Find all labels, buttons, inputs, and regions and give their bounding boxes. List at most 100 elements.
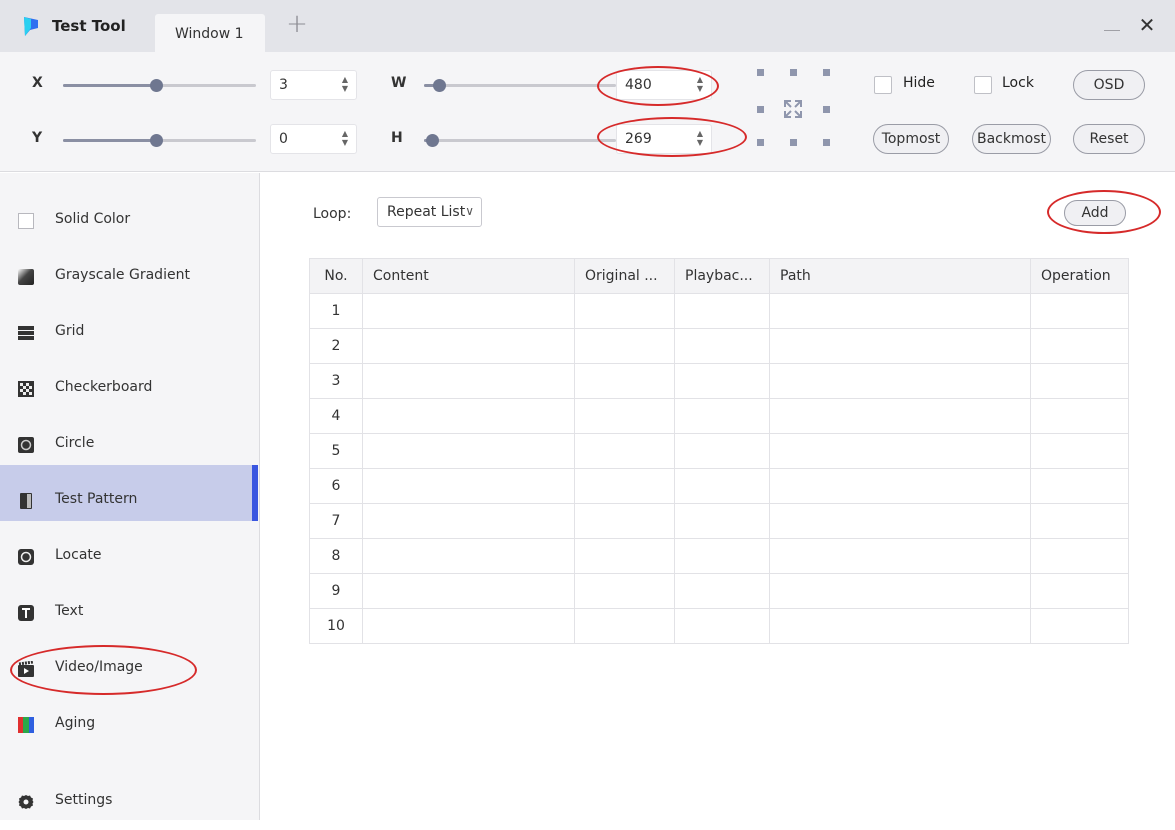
path-cell[interactable] bbox=[769, 433, 1031, 469]
operation-cell[interactable] bbox=[1030, 433, 1129, 469]
playback-cell[interactable] bbox=[674, 363, 770, 399]
original-cell[interactable] bbox=[574, 468, 675, 504]
operation-cell[interactable] bbox=[1030, 503, 1129, 539]
playback-cell[interactable] bbox=[674, 468, 770, 504]
operation-cell[interactable] bbox=[1030, 608, 1129, 644]
loop-select[interactable]: Repeat List ∨ bbox=[377, 197, 482, 227]
table-row[interactable]: 5 bbox=[309, 433, 1129, 469]
path-cell[interactable] bbox=[769, 293, 1031, 329]
x-slider[interactable] bbox=[63, 79, 256, 92]
align-bottom-center[interactable] bbox=[790, 139, 797, 146]
lock-checkbox[interactable] bbox=[974, 76, 992, 94]
path-cell[interactable] bbox=[769, 608, 1031, 644]
path-cell[interactable] bbox=[769, 363, 1031, 399]
column-header-playback[interactable]: Playbac... bbox=[674, 258, 770, 294]
y-slider-handle[interactable] bbox=[150, 134, 163, 147]
align-middle-left[interactable] bbox=[757, 106, 764, 113]
sidebar-item-settings[interactable]: Settings bbox=[0, 774, 260, 830]
content-cell[interactable] bbox=[362, 608, 575, 644]
sidebar-item-grayscale-gradient[interactable]: Grayscale Gradient bbox=[0, 249, 260, 305]
h-spinner-arrows-icon[interactable]: ▲ ▼ bbox=[695, 129, 705, 147]
operation-cell[interactable] bbox=[1030, 468, 1129, 504]
table-row[interactable]: 6 bbox=[309, 468, 1129, 504]
w-slider-handle[interactable] bbox=[433, 79, 446, 92]
x-slider-handle[interactable] bbox=[150, 79, 163, 92]
table-row[interactable]: 8 bbox=[309, 538, 1129, 574]
align-bottom-right[interactable] bbox=[823, 139, 830, 146]
path-cell[interactable] bbox=[769, 398, 1031, 434]
reset-button[interactable]: Reset bbox=[1073, 124, 1145, 154]
path-cell[interactable] bbox=[769, 503, 1031, 539]
align-top-center[interactable] bbox=[790, 69, 797, 76]
minimize-icon[interactable] bbox=[1104, 30, 1120, 31]
path-cell[interactable] bbox=[769, 468, 1031, 504]
original-cell[interactable] bbox=[574, 363, 675, 399]
column-header-no[interactable]: No. bbox=[309, 258, 363, 294]
original-cell[interactable] bbox=[574, 573, 675, 609]
align-middle-right[interactable] bbox=[823, 106, 830, 113]
column-header-path[interactable]: Path bbox=[769, 258, 1031, 294]
operation-cell[interactable] bbox=[1030, 293, 1129, 329]
original-cell[interactable] bbox=[574, 538, 675, 574]
topmost-button[interactable]: Topmost bbox=[873, 124, 949, 154]
table-row[interactable]: 2 bbox=[309, 328, 1129, 364]
column-header-content[interactable]: Content bbox=[362, 258, 575, 294]
content-cell[interactable] bbox=[362, 328, 575, 364]
playback-cell[interactable] bbox=[674, 433, 770, 469]
original-cell[interactable] bbox=[574, 433, 675, 469]
playback-cell[interactable] bbox=[674, 573, 770, 609]
operation-cell[interactable] bbox=[1030, 328, 1129, 364]
sidebar-item-grid[interactable]: Grid bbox=[0, 305, 260, 361]
w-input[interactable]: 480 ▲ ▼ bbox=[616, 70, 712, 100]
original-cell[interactable] bbox=[574, 293, 675, 329]
h-slider[interactable] bbox=[424, 134, 616, 147]
content-cell[interactable] bbox=[362, 363, 575, 399]
tab-window-1[interactable]: Window 1 bbox=[155, 14, 265, 52]
table-row[interactable]: 4 bbox=[309, 398, 1129, 434]
sidebar-item-circle[interactable]: Circle bbox=[0, 417, 260, 473]
table-row[interactable]: 7 bbox=[309, 503, 1129, 539]
sidebar-item-checkerboard[interactable]: Checkerboard bbox=[0, 361, 260, 417]
backmost-button[interactable]: Backmost bbox=[972, 124, 1051, 154]
playback-cell[interactable] bbox=[674, 398, 770, 434]
w-slider[interactable] bbox=[424, 79, 616, 92]
align-bottom-left[interactable] bbox=[757, 139, 764, 146]
align-top-right[interactable] bbox=[823, 69, 830, 76]
content-cell[interactable] bbox=[362, 573, 575, 609]
table-row[interactable]: 10 bbox=[309, 608, 1129, 644]
playback-cell[interactable] bbox=[674, 538, 770, 574]
content-cell[interactable] bbox=[362, 293, 575, 329]
original-cell[interactable] bbox=[574, 503, 675, 539]
alignment-grid[interactable] bbox=[752, 66, 838, 158]
operation-cell[interactable] bbox=[1030, 538, 1129, 574]
operation-cell[interactable] bbox=[1030, 363, 1129, 399]
sidebar-item-locate[interactable]: Locate bbox=[0, 529, 260, 585]
path-cell[interactable] bbox=[769, 538, 1031, 574]
y-input[interactable]: 0 ▲ ▼ bbox=[270, 124, 357, 154]
sidebar-item-video-image[interactable]: Video/Image bbox=[0, 641, 260, 697]
original-cell[interactable] bbox=[574, 328, 675, 364]
operation-cell[interactable] bbox=[1030, 573, 1129, 609]
sidebar-item-test-pattern[interactable]: Test Pattern bbox=[0, 473, 260, 529]
add-tab-icon[interactable]: + bbox=[282, 9, 312, 39]
w-spinner-arrows-icon[interactable]: ▲ ▼ bbox=[695, 75, 705, 93]
h-slider-handle[interactable] bbox=[426, 134, 439, 147]
content-cell[interactable] bbox=[362, 433, 575, 469]
playback-cell[interactable] bbox=[674, 608, 770, 644]
align-top-left[interactable] bbox=[757, 69, 764, 76]
close-icon[interactable]: ✕ bbox=[1136, 14, 1158, 36]
operation-cell[interactable] bbox=[1030, 398, 1129, 434]
playback-cell[interactable] bbox=[674, 503, 770, 539]
table-row[interactable]: 3 bbox=[309, 363, 1129, 399]
content-cell[interactable] bbox=[362, 468, 575, 504]
y-spinner-arrows-icon[interactable]: ▲ ▼ bbox=[340, 129, 350, 147]
sidebar-item-text[interactable]: Text bbox=[0, 585, 260, 641]
x-spinner-arrows-icon[interactable]: ▲ ▼ bbox=[340, 75, 350, 93]
sidebar-item-aging[interactable]: Aging bbox=[0, 697, 260, 753]
content-cell[interactable] bbox=[362, 538, 575, 574]
playback-cell[interactable] bbox=[674, 328, 770, 364]
original-cell[interactable] bbox=[574, 398, 675, 434]
content-cell[interactable] bbox=[362, 398, 575, 434]
column-header-original[interactable]: Original ... bbox=[574, 258, 675, 294]
table-row[interactable]: 1 bbox=[309, 293, 1129, 329]
